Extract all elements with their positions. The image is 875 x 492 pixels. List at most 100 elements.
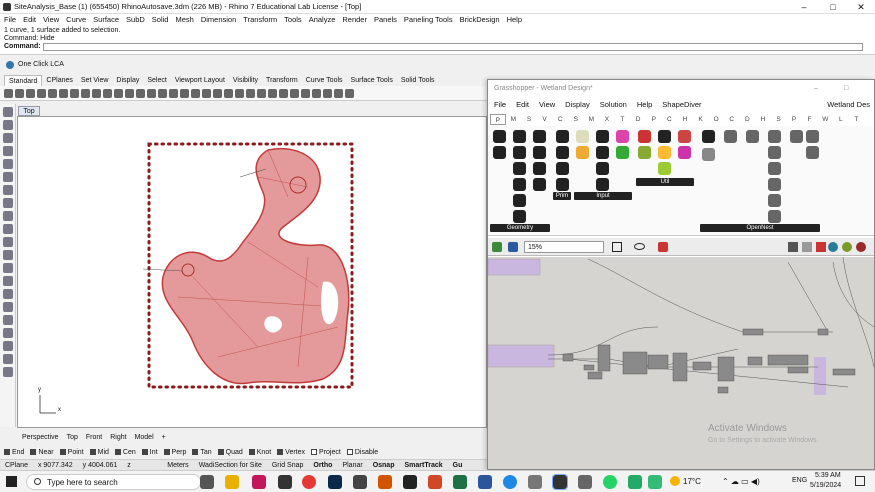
extrude-icon[interactable] (3, 263, 13, 273)
gh-zoom-select[interactable]: 15% (524, 241, 604, 253)
gh-component-icon[interactable] (724, 130, 737, 143)
gh-sketch-icon[interactable] (658, 242, 668, 252)
gh-cat-tab[interactable]: T (849, 114, 865, 125)
gh-group-geometry[interactable]: Geometry (490, 224, 550, 232)
menu-tools[interactable]: Tools (284, 14, 302, 26)
gh-cat-tab[interactable]: S (771, 114, 787, 125)
gh-component-icon[interactable] (616, 130, 629, 143)
gh-preview-mode-icon[interactable] (788, 242, 798, 252)
tab-top[interactable]: Top (67, 432, 78, 443)
gh-component-icon[interactable] (806, 130, 819, 143)
menu-help[interactable]: Help (507, 14, 522, 26)
bulb-icon[interactable] (235, 88, 244, 98)
gh-maximize-button[interactable]: □ (844, 80, 848, 98)
gh-menu-solution[interactable]: Solution (600, 99, 627, 111)
tray-icons[interactable]: ⌃ ☁ ▭ ◀) (722, 477, 760, 486)
paste-icon[interactable] (81, 88, 90, 98)
toggle-gumball[interactable]: Gu (448, 460, 468, 470)
gh-component-icon[interactable] (658, 146, 671, 159)
tab-model[interactable]: Model (135, 432, 154, 443)
render-icon[interactable] (312, 88, 321, 98)
text-icon[interactable] (3, 328, 13, 338)
gh-component-icon[interactable] (746, 130, 759, 143)
tab-front[interactable]: Front (86, 432, 102, 443)
gh-component-icon[interactable] (768, 130, 781, 143)
gh-save-icon[interactable] (508, 242, 518, 252)
osnap-tan[interactable]: Tan (192, 447, 212, 458)
polyline-icon[interactable] (3, 146, 13, 156)
rotate-view-icon[interactable] (114, 88, 123, 98)
gh-component-icon[interactable] (596, 146, 609, 159)
gh-menu-display[interactable]: Display (565, 99, 590, 111)
light-icon[interactable] (301, 88, 310, 98)
gh-component-icon[interactable] (638, 130, 651, 143)
osnap-knot[interactable]: Knot (248, 447, 271, 458)
gh-component-icon[interactable] (533, 146, 546, 159)
menu-view[interactable]: View (43, 14, 59, 26)
gh-component-icon[interactable] (596, 178, 609, 191)
gh-cat-tab[interactable]: M (584, 114, 600, 125)
gh-cat-tab[interactable]: C (662, 114, 678, 125)
gh-component-icon[interactable] (556, 178, 569, 191)
status-units[interactable]: Meters (162, 460, 193, 470)
gh-component-icon[interactable] (556, 162, 569, 175)
sun-icon[interactable] (323, 88, 332, 98)
rhino-icon[interactable] (552, 474, 568, 490)
tab-perspective[interactable]: Perspective (22, 432, 59, 443)
tab-curve-tools[interactable]: Curve Tools (302, 75, 347, 86)
sphere-icon[interactable] (257, 88, 266, 98)
options-icon[interactable] (334, 88, 343, 98)
tab-visibility[interactable]: Visibility (229, 75, 262, 86)
tab-surface-tools[interactable]: Surface Tools (347, 75, 397, 86)
gh-component-icon[interactable] (616, 146, 629, 159)
gh-component-icon[interactable] (513, 146, 526, 159)
gh-menu-file[interactable]: File (494, 99, 506, 111)
gh-component-icon[interactable] (768, 210, 781, 223)
gh-component-icon[interactable] (658, 162, 671, 175)
gh-cat-tab[interactable]: K (693, 114, 709, 125)
move-icon[interactable] (3, 315, 13, 325)
app-icon[interactable] (403, 475, 417, 489)
gh-component-icon[interactable] (768, 162, 781, 175)
gh-group-opennest[interactable]: OpenNest (700, 224, 820, 232)
help-icon[interactable] (345, 88, 354, 98)
maximize-button[interactable]: □ (819, 0, 847, 14)
menu-subd[interactable]: SubD (126, 14, 145, 26)
mesh-icon[interactable] (3, 289, 13, 299)
tab-standard[interactable]: Standard (4, 75, 43, 86)
gh-component-icon[interactable] (576, 146, 589, 159)
osnap-mid[interactable]: Mid (89, 447, 109, 458)
gh-component-icon[interactable] (806, 146, 819, 159)
gh-component-icon[interactable] (768, 146, 781, 159)
rectangle-icon[interactable] (3, 198, 13, 208)
gh-preview-shaded-icon[interactable] (802, 242, 812, 252)
gh-group-input[interactable]: Input (574, 192, 632, 200)
menu-render[interactable]: Render (342, 14, 367, 26)
save-icon[interactable] (26, 88, 35, 98)
gh-component-icon[interactable] (596, 162, 609, 175)
gh-component-icon[interactable] (638, 146, 651, 159)
tab-display[interactable]: Display (112, 75, 143, 86)
menu-panels[interactable]: Panels (374, 14, 397, 26)
gh-component-icon[interactable] (790, 130, 803, 143)
notification-icon[interactable] (855, 476, 865, 486)
gh-component-icon[interactable] (533, 130, 546, 143)
gh-minimize-button[interactable]: – (814, 80, 818, 98)
clock-time[interactable]: 5:39 AM (815, 472, 841, 479)
chrome-icon[interactable] (302, 475, 316, 489)
select-arrow-icon[interactable] (3, 107, 13, 117)
command-input[interactable] (42, 43, 863, 51)
gh-component-icon[interactable] (702, 130, 715, 143)
gh-component-icon[interactable] (513, 210, 526, 223)
osnap-cen[interactable]: Cen (114, 447, 136, 458)
gh-component-icon[interactable] (513, 178, 526, 191)
gh-component-icon[interactable] (513, 194, 526, 207)
edge-icon[interactable] (503, 475, 517, 489)
gh-cat-tab[interactable]: C (552, 114, 568, 125)
gh-component-icon[interactable] (658, 130, 671, 143)
dimension-icon[interactable] (3, 341, 13, 351)
gh-cat-tab[interactable]: L (833, 114, 849, 125)
properties-icon[interactable] (246, 88, 255, 98)
zoom-icon[interactable] (125, 88, 134, 98)
weather-icon[interactable] (670, 476, 680, 486)
